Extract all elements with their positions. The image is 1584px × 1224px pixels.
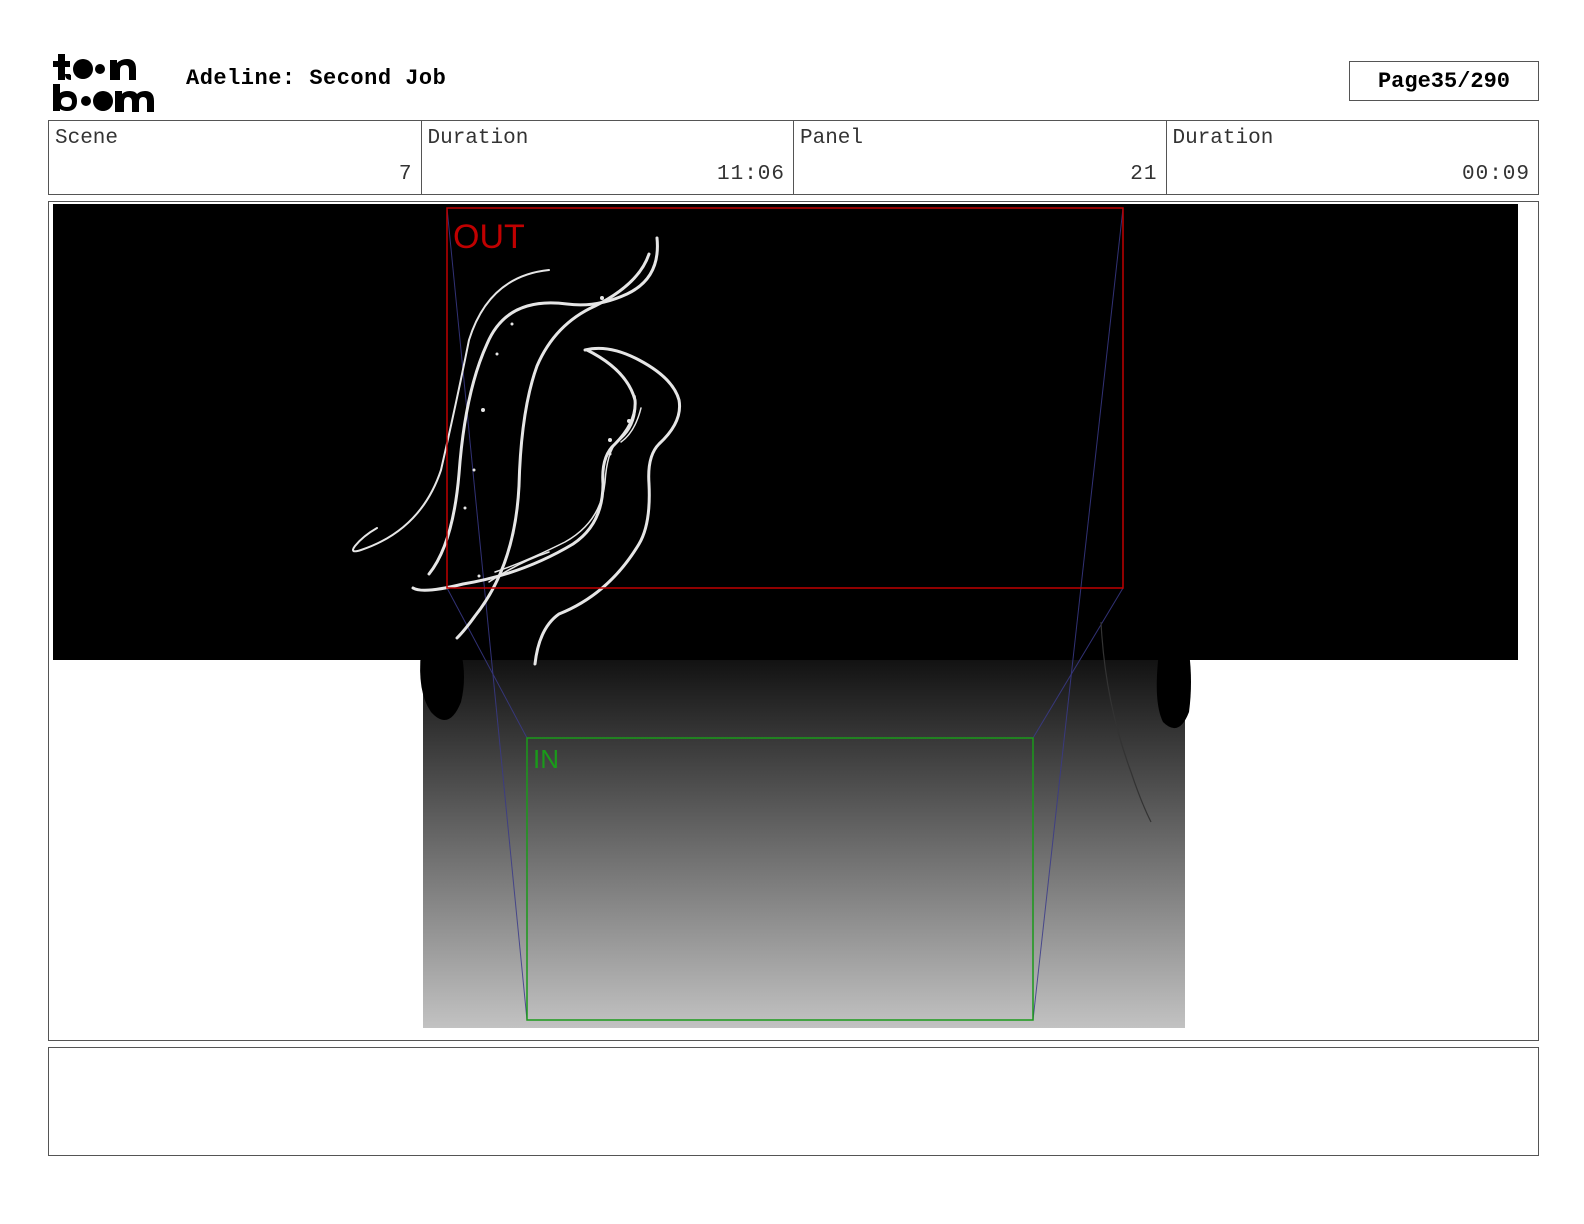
panel-cell: Panel 21 <box>794 121 1167 194</box>
out-frame-label: OUT <box>453 218 525 256</box>
page-label: Page <box>1377 68 1431 94</box>
scene-cell: Scene 7 <box>49 121 422 194</box>
panel-artwork: OUT IN <box>53 204 1518 1028</box>
storyboard-panel: OUT IN <box>48 201 1539 1041</box>
scene-label: Scene <box>55 127 119 150</box>
project-title: Adeline: Second Job <box>186 66 447 91</box>
panel-value: 21 <box>1130 163 1158 186</box>
panel-notes-box <box>48 1047 1539 1156</box>
scene-duration-cell: Duration 11:06 <box>422 121 794 194</box>
panel-duration-cell: Duration 00:09 <box>1167 121 1539 194</box>
scene-value: 7 <box>398 163 413 186</box>
scene-duration-label: Duration <box>427 127 529 150</box>
page-indicator: Page 35/290 <box>1349 61 1539 101</box>
black-background <box>53 204 1518 660</box>
page-number: 35/290 <box>1430 68 1511 94</box>
in-frame-label: IN <box>533 744 559 774</box>
panel-duration-value: 00:09 <box>1461 163 1530 186</box>
right-drip <box>1156 652 1191 729</box>
panel-info-table: Scene 7 Duration 11:06 Panel 21 Duration… <box>48 120 1539 195</box>
gradient-background <box>423 658 1185 1028</box>
toon-boom-logo <box>52 50 164 112</box>
scene-duration-value: 11:06 <box>716 163 785 186</box>
panel-label: Panel <box>800 127 864 150</box>
panel-duration-label: Duration <box>1172 127 1274 150</box>
